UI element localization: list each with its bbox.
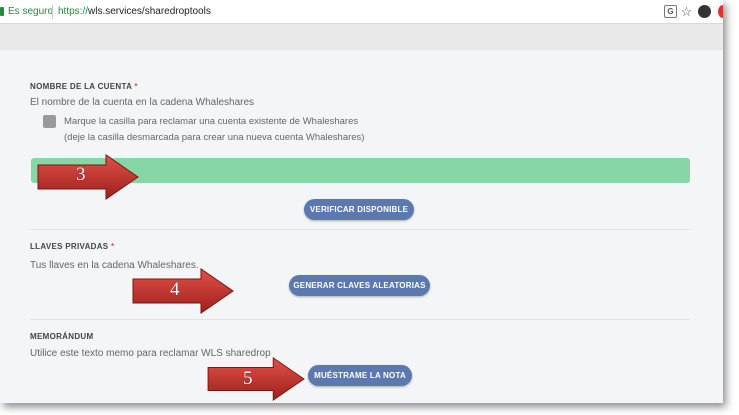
claim-existing-checkbox[interactable] [43,115,56,128]
url-path: wls.services/sharedroptools [88,6,211,17]
show-memo-button[interactable]: MUÉSTRAME LA NOTA [308,365,412,386]
annotation-arrow-3 [37,154,139,200]
required-mark: * [134,82,138,91]
verify-available-button[interactable]: VERIFICAR DISPONIBLE [304,199,414,220]
star-icon[interactable]: ☆ [680,5,693,18]
annotation-arrow-5 [207,357,305,401]
extension-icon[interactable] [698,5,711,18]
annotation-number-3: 3 [76,164,86,185]
private-keys-label: LLAVES PRIVADAS * [30,242,115,251]
generate-keys-button[interactable]: GENERAR CLAVES ALEATORIAS [289,275,430,296]
address-bar[interactable]: Es seguro https://wls.services/sharedrop… [0,0,723,24]
address-separator [52,5,53,19]
checkbox-label-line2: (deje la casilla desmarcada para crear u… [64,132,365,143]
extension-icon-partial[interactable] [718,5,723,18]
secure-label: Es seguro [8,6,54,17]
lock-icon [0,7,4,16]
section-divider [30,229,690,230]
section-divider [30,319,690,320]
checkbox-label-line1: Marque la casilla para reclamar una cuen… [64,116,359,127]
required-mark: * [110,242,115,251]
annotation-arrow-4 [132,268,234,314]
browser-window: Es seguro https://wls.services/sharedrop… [0,0,723,403]
url-scheme: https:// [58,6,89,17]
translate-icon[interactable]: G [664,5,677,18]
page-header-strip [0,24,723,50]
account-description: El nombre de la cuenta en la cadena Whal… [30,97,255,108]
account-name-label: NOMBRE DE LA CUENTA * [30,82,138,91]
url-text[interactable]: https://wls.services/sharedroptools [58,6,211,17]
annotation-number-5: 5 [243,368,253,389]
memo-label: MEMORÁNDUM [30,332,94,341]
annotation-number-4: 4 [170,279,180,300]
